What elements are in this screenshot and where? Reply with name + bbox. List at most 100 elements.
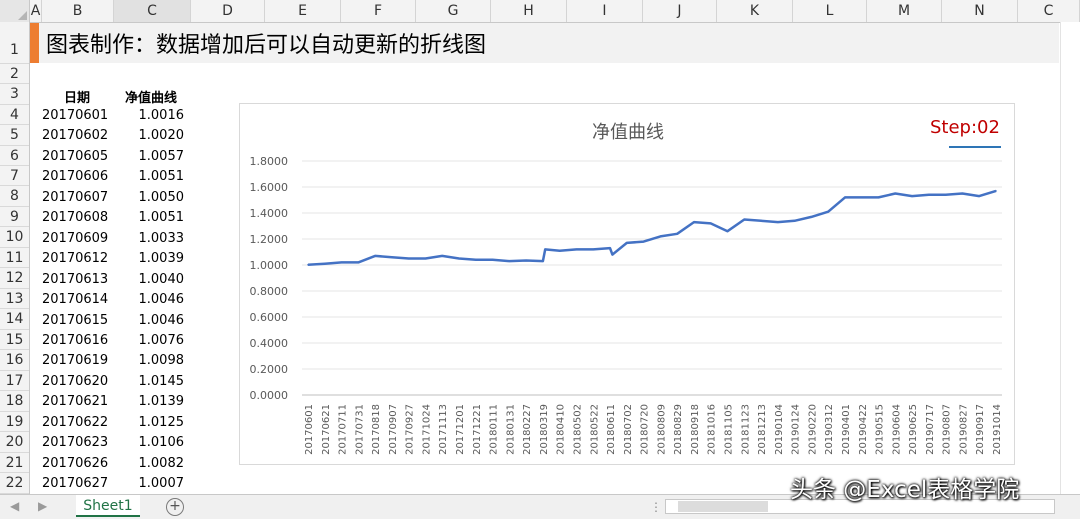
row-header[interactable]: 11 [0, 248, 29, 268]
row-header[interactable]: 4 [0, 105, 29, 125]
page-title[interactable]: 图表制作：数据增加后可以自动更新的折线图 [46, 27, 486, 59]
value-cell[interactable]: 1.0050 [118, 190, 185, 205]
value-cell[interactable]: 1.0051 [118, 169, 185, 184]
data-point [760, 220, 762, 222]
date-cell[interactable]: 20170608 [42, 210, 112, 225]
table-header-nav[interactable]: 净值曲线 [125, 87, 177, 106]
row-header[interactable]: 19 [0, 412, 29, 432]
value-cell[interactable]: 1.0139 [118, 394, 185, 409]
date-cell[interactable]: 20170627 [42, 476, 112, 491]
row-header[interactable]: 6 [0, 146, 29, 166]
row-header[interactable]: 22 [0, 473, 29, 494]
value-cell[interactable]: 1.0125 [118, 415, 185, 430]
data-point [575, 248, 578, 251]
line-chart[interactable]: 0.0000 0.2000 0.4000 0.6000 0.8000 1.0000 1.20… [239, 103, 1015, 465]
chart-title: 净值曲线 [592, 122, 664, 143]
date-cell[interactable]: 20170622 [42, 415, 112, 430]
date-cell[interactable]: 20170612 [42, 251, 112, 266]
value-cell[interactable]: 1.0007 [118, 476, 185, 491]
plus-circle-icon[interactable]: + [166, 498, 184, 516]
date-cell[interactable]: 20170613 [42, 272, 112, 287]
value-cell[interactable]: 1.0076 [118, 333, 185, 348]
date-cell[interactable]: 20170607 [42, 190, 112, 205]
column-header[interactable]: L [793, 0, 867, 22]
x-tick-label: 20180131 [505, 404, 516, 455]
date-cell[interactable]: 20170626 [42, 456, 112, 471]
row-header[interactable]: 3 [0, 84, 29, 105]
row-header[interactable]: 8 [0, 186, 29, 207]
column-header[interactable]: M [867, 0, 942, 22]
value-cell[interactable]: 1.0082 [118, 456, 185, 471]
value-cell[interactable]: 1.0016 [118, 108, 185, 123]
x-tick-label: 20190312 [824, 404, 835, 455]
row-header[interactable]: 7 [0, 166, 29, 186]
value-cell[interactable]: 1.0033 [118, 231, 185, 246]
row-header[interactable]: 10 [0, 227, 29, 248]
row-header[interactable]: 21 [0, 453, 29, 473]
column-header[interactable]: H [491, 0, 567, 22]
y-tick-label: 1.0000 [250, 259, 289, 272]
value-cell[interactable]: 1.0098 [118, 353, 185, 368]
row-header[interactable]: 5 [0, 125, 29, 146]
row-header[interactable]: 9 [0, 207, 29, 227]
row-header[interactable]: 1 [0, 22, 29, 64]
column-header[interactable]: E [265, 0, 341, 22]
select-all-corner[interactable] [0, 0, 30, 22]
x-tick-label: 20171113 [438, 404, 449, 455]
value-cell[interactable]: 1.0039 [118, 251, 185, 266]
data-point [508, 260, 511, 262]
triangle-left-icon[interactable]: ◀ [10, 499, 19, 513]
date-cell[interactable]: 20170621 [42, 394, 112, 409]
value-cell[interactable]: 1.0046 [118, 313, 185, 328]
column-header[interactable]: A [30, 0, 42, 22]
column-header[interactable]: K [717, 0, 793, 22]
row-header[interactable]: 13 [0, 289, 29, 309]
value-cell[interactable]: 1.0046 [118, 292, 185, 307]
date-cell[interactable]: 20170606 [42, 169, 112, 184]
x-tick-label: 20181213 [757, 404, 768, 455]
value-cell[interactable]: 1.0040 [118, 272, 185, 287]
column-header[interactable]: G [416, 0, 491, 22]
date-cell[interactable]: 20170609 [42, 231, 112, 246]
date-cell[interactable]: 20170620 [42, 374, 112, 389]
date-cell[interactable]: 20170614 [42, 292, 112, 307]
row-header[interactable]: 2 [0, 64, 29, 84]
step-annotation: Step:02 [930, 117, 1000, 138]
table-header-date[interactable]: 日期 [64, 87, 90, 106]
date-cell[interactable]: 20170601 [42, 108, 112, 123]
date-cell[interactable]: 20170623 [42, 435, 112, 450]
column-header[interactable]: F [341, 0, 416, 22]
x-tick-label: 20181016 [707, 404, 718, 455]
title-accent-bar [30, 23, 39, 63]
value-cell[interactable]: 1.0057 [118, 149, 185, 164]
row-header[interactable]: 14 [0, 309, 29, 330]
date-cell[interactable]: 20170619 [42, 353, 112, 368]
date-cell[interactable]: 20170602 [42, 128, 112, 143]
more-options-icon[interactable]: ⋮ [650, 500, 662, 514]
date-cell[interactable]: 20170615 [42, 313, 112, 328]
column-header[interactable]: B [42, 0, 114, 22]
row-header[interactable]: 15 [0, 330, 29, 350]
value-cell[interactable]: 1.0051 [118, 210, 185, 225]
value-cell[interactable]: 1.0020 [118, 128, 185, 143]
column-header[interactable]: D [191, 0, 265, 22]
scroll-thumb[interactable] [678, 501, 768, 512]
column-header[interactable]: J [643, 0, 717, 22]
value-cell[interactable]: 1.0145 [118, 374, 185, 389]
date-cell[interactable]: 20170616 [42, 333, 112, 348]
column-header[interactable]: C [1018, 0, 1080, 22]
column-header[interactable]: C [114, 0, 191, 22]
value-cell[interactable]: 1.0106 [118, 435, 185, 450]
column-header[interactable]: I [567, 0, 643, 22]
date-cell[interactable]: 20170605 [42, 149, 112, 164]
y-tick-label: 1.4000 [250, 207, 289, 220]
triangle-right-icon[interactable]: ▶ [38, 499, 47, 513]
row-header[interactable]: 20 [0, 432, 29, 453]
row-header[interactable]: 17 [0, 371, 29, 391]
row-header[interactable]: 12 [0, 268, 29, 289]
row-header[interactable]: 18 [0, 391, 29, 412]
vertical-scrollbar[interactable] [1060, 22, 1080, 494]
row-header[interactable]: 16 [0, 350, 29, 371]
sheet-tab[interactable]: Sheet1 [76, 495, 140, 517]
column-header[interactable]: N [942, 0, 1018, 22]
